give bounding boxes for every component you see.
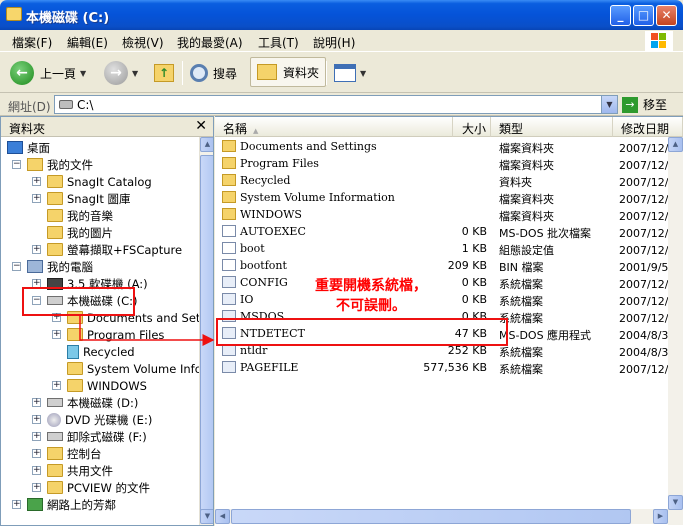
warning-line-1: 重要開機系統檔， [315,278,427,294]
annotation-arrow [79,316,215,346]
warning-line-2: 不可誤刪。 [336,298,406,314]
warning-annotation: 重要開機系統檔， 不可誤刪。 [296,276,446,316]
